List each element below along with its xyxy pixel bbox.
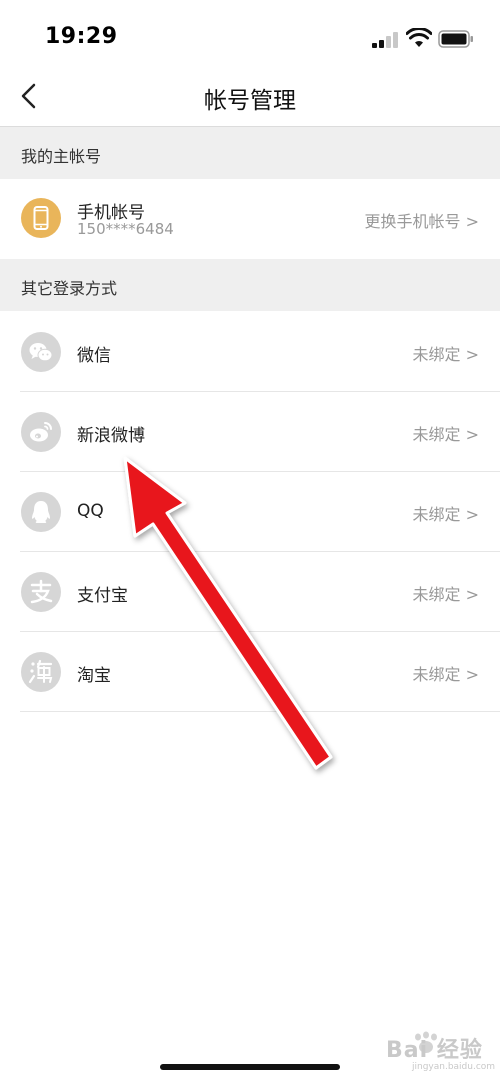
login-method-status[interactable]: 未绑定 > — [413, 341, 480, 365]
login-method-status[interactable]: 未绑定 > — [413, 501, 480, 525]
section-header-other-label: 其它登录方式 — [21, 279, 118, 298]
login-method-name: 微信 — [77, 346, 111, 366]
taobao-icon — [21, 652, 61, 692]
wifi-icon — [406, 28, 432, 47]
login-method-name: 支付宝 — [77, 586, 128, 606]
section-header-other: 其它登录方式 — [0, 259, 500, 311]
page-title: 帐号管理 — [204, 88, 296, 114]
qq-icon — [21, 492, 61, 532]
wechat-icon — [21, 332, 61, 372]
login-method-row-weibo[interactable]: 新浪微博 未绑定 > — [20, 392, 500, 472]
status-bar: 19:29 — [0, 0, 500, 80]
login-method-name: 新浪微博 — [77, 426, 145, 446]
login-method-name: 淘宝 — [77, 666, 111, 686]
phone-icon — [21, 198, 61, 238]
login-method-status[interactable]: 未绑定 > — [413, 421, 480, 445]
primary-account-row[interactable]: 手机帐号 150****6484 更换手机帐号 > — [0, 179, 500, 259]
login-method-name: QQ — [77, 501, 104, 521]
login-method-status[interactable]: 未绑定 > — [413, 661, 480, 685]
status-time: 19:29 — [45, 24, 118, 49]
section-header-primary-label: 我的主帐号 — [21, 147, 102, 166]
change-phone-link[interactable]: 更换手机帐号 > — [365, 208, 480, 232]
navigation-bar: 帐号管理 — [0, 80, 500, 127]
alipay-icon — [21, 572, 61, 612]
cellular-signal-icon — [372, 32, 400, 48]
login-method-status[interactable]: 未绑定 > — [413, 581, 480, 605]
watermark-brand: Bai 经验 — [386, 1038, 483, 1063]
login-method-row-qq[interactable]: QQ 未绑定 > — [20, 472, 500, 552]
section-header-primary: 我的主帐号 — [0, 127, 500, 179]
weibo-icon — [21, 412, 61, 452]
home-indicator[interactable] — [160, 1064, 340, 1070]
login-method-row-wechat[interactable]: 微信 未绑定 > — [20, 312, 500, 392]
login-method-row-alipay[interactable]: 支付宝 未绑定 > — [20, 552, 500, 632]
login-method-list: 微信 未绑定 > 新浪微博 未绑定 > QQ 未绑定 > 支付宝 未绑定 > 淘… — [0, 312, 500, 712]
primary-account-number: 150****6484 — [77, 220, 174, 238]
battery-icon — [438, 30, 473, 48]
login-method-row-taobao[interactable]: 淘宝 未绑定 > — [20, 632, 500, 712]
watermark-url: jingyan.baidu.com — [412, 1062, 496, 1072]
